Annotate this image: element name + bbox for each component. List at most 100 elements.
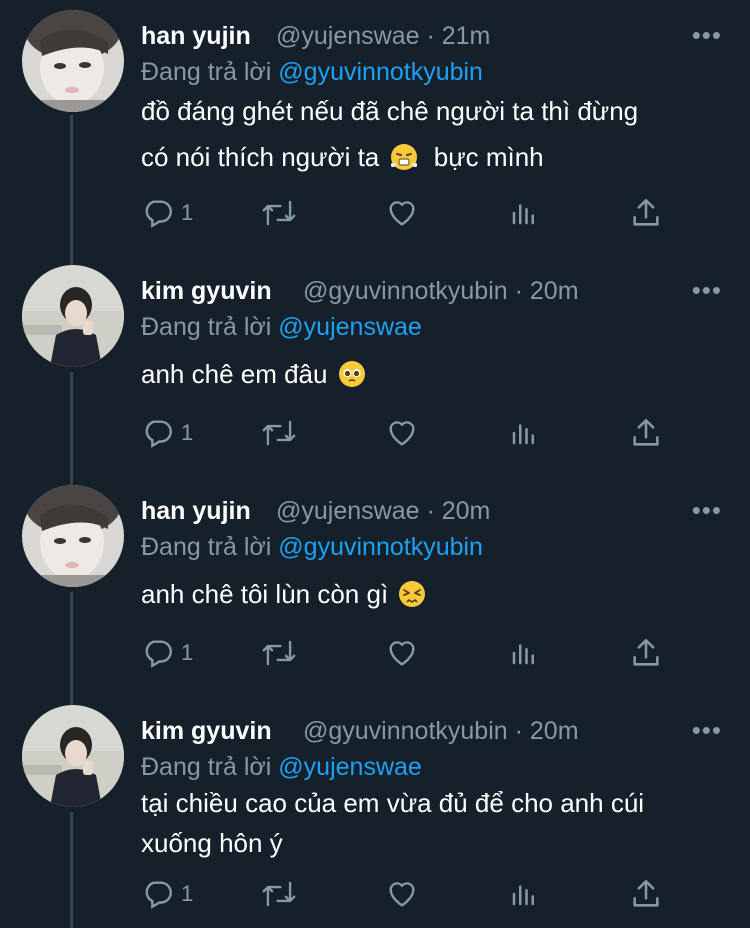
reply-count: 1 [181,420,194,445]
pleading-face-emoji [338,361,365,387]
tweet-actions: 1 [141,636,681,676]
analytics-button[interactable] [509,636,539,670]
replying-to: Đang trả lời @yujenswae [141,311,422,343]
analytics-icon [512,204,534,225]
more-icon[interactable]: ••• [692,717,722,743]
huffing-face-emoji [390,144,417,170]
like-icon [389,641,415,666]
like-icon [389,421,415,446]
retweet-button[interactable] [261,416,297,450]
persevering-face-emoji [399,581,426,607]
reply-button[interactable]: 1 [141,636,193,670]
tweet[interactable]: han yujin @yujenswae · 21m ••• Đang trả … [0,10,750,260]
analytics-icon [512,424,534,445]
tweet-meta: @yujenswae · 21m [276,20,490,52]
replying-to-label: Đang trả lời [141,753,272,781]
tweet-text-segment: anh chê tôi lùn còn gì [141,579,389,609]
display-name[interactable]: han yujin [141,495,251,527]
reply-icon [145,881,172,909]
tweet-text-segment: có nói thích người ta [141,142,380,172]
like-button[interactable] [385,416,419,450]
share-button[interactable] [629,416,663,450]
reply-count: 1 [181,881,194,906]
analytics-button[interactable] [509,196,539,230]
tweet-actions: 1 [141,416,681,456]
retweet-button[interactable] [261,196,297,230]
replying-to: Đang trả lời @gyuvinnotkyubin [141,531,483,563]
timestamp[interactable]: 20m [530,717,579,745]
share-button[interactable] [629,196,663,230]
replying-to: Đang trả lời @gyuvinnotkyubin [141,56,483,88]
retweet-icon [262,881,296,907]
more-icon[interactable]: ••• [692,497,722,523]
analytics-button[interactable] [509,416,539,450]
share-icon [633,879,659,907]
tweet[interactable]: kim gyuvin @gyuvinnotkyubin · 20m ••• Đa… [0,705,750,928]
avatar[interactable] [22,10,124,112]
tweet-meta: @yujenswae · 20m [276,495,490,527]
share-button[interactable] [629,877,663,911]
like-button[interactable] [385,196,419,230]
tweet-text: anh chê em đâu [141,351,726,397]
like-icon [389,201,415,226]
separator-dot: · [426,22,442,50]
avatar[interactable] [22,265,124,367]
handle[interactable]: @gyuvinnotkyubin [303,277,508,305]
share-button[interactable] [629,636,663,670]
reply-icon [145,420,172,448]
avatar[interactable] [22,485,124,587]
tweet-meta: @gyuvinnotkyubin · 20m [303,715,579,747]
replying-to-label: Đang trả lời [141,533,272,561]
display-name[interactable]: kim gyuvin [141,275,272,307]
more-icon[interactable]: ••• [692,22,722,48]
retweet-button[interactable] [261,636,297,670]
tweet-text: anh chê tôi lùn còn gì [141,571,726,617]
display-name[interactable]: kim gyuvin [141,715,272,747]
reply-button[interactable]: 1 [141,196,193,230]
avatar[interactable] [22,705,124,807]
replying-to-handle[interactable]: @gyuvinnotkyubin [278,533,483,561]
reply-icon [145,200,172,228]
tweet-text-segment: bực mình [433,142,544,172]
handle[interactable]: @yujenswae [276,497,420,525]
replying-to-label: Đang trả lời [141,58,272,86]
tweet[interactable]: han yujin @yujenswae · 20m ••• Đang trả … [0,485,750,705]
display-name[interactable]: han yujin [141,20,251,52]
replying-to-handle[interactable]: @yujenswae [278,313,422,341]
tweet[interactable]: kim gyuvin @gyuvinnotkyubin · 20m ••• Đa… [0,265,750,485]
replying-to-handle[interactable]: @yujenswae [278,753,422,781]
replying-to-handle[interactable]: @gyuvinnotkyubin [278,58,483,86]
timestamp[interactable]: 20m [530,277,579,305]
retweet-icon [262,200,296,226]
separator-dot: · [514,277,530,305]
analytics-icon [512,885,534,906]
replying-to: Đang trả lời @yujenswae [141,751,422,783]
tweet-text-line: xuống hôn ý [141,828,283,858]
like-icon [389,882,415,907]
tweet-text-line: có nói thích người ta bực mình [141,134,726,180]
handle[interactable]: @yujenswae [276,22,420,50]
share-icon [633,198,659,226]
separator-dot: · [426,497,442,525]
timestamp[interactable]: 21m [442,22,491,50]
tweet-text: tại chiều cao của em vừa đủ để cho anh c… [141,783,726,863]
separator-dot: · [514,717,530,745]
more-icon[interactable]: ••• [692,277,722,303]
retweet-button[interactable] [261,877,297,911]
reply-button[interactable]: 1 [141,416,193,450]
share-icon [633,638,659,666]
retweet-icon [262,420,296,446]
like-button[interactable] [385,877,419,911]
tweet-actions: 1 [141,877,681,917]
handle[interactable]: @gyuvinnotkyubin [303,717,508,745]
reply-count: 1 [181,640,194,665]
tweet-actions: 1 [141,196,681,236]
retweet-icon [262,640,296,666]
reply-button[interactable]: 1 [141,877,193,911]
timestamp[interactable]: 20m [442,497,491,525]
analytics-icon [512,644,534,665]
tweet-text-line: tại chiều cao của em vừa đủ để cho anh c… [141,788,645,818]
analytics-button[interactable] [509,877,539,911]
tweet-text-line: đồ đáng ghét nếu đã chê người ta thì đừn… [141,96,639,126]
like-button[interactable] [385,636,419,670]
